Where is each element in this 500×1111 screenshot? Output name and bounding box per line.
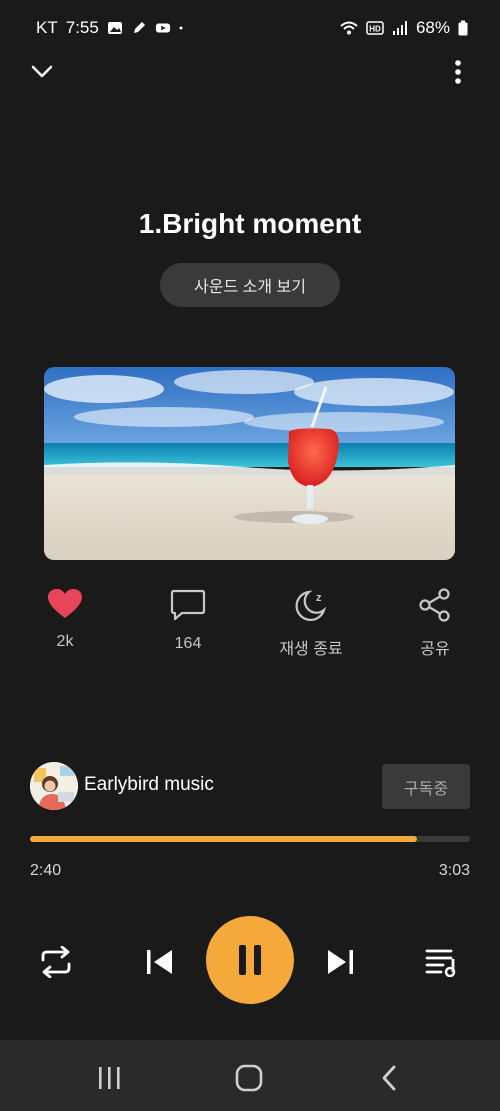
repeat-button[interactable] [34,940,78,984]
clock: 7:55 [65,18,99,37]
subscribe-button[interactable]: 구독중 [382,764,470,809]
moon-icon: z [295,590,327,622]
playlist-icon [425,949,456,977]
status-right: HD 68% [340,18,468,38]
recents-button[interactable] [89,1058,129,1098]
hd-icon: HD [366,21,384,35]
system-nav-bar [0,1040,500,1111]
sound-intro-button[interactable]: 사운드 소개 보기 [160,263,340,307]
image-icon [107,22,122,34]
next-button[interactable] [318,940,362,984]
comment-icon [170,589,206,621]
chevron-down-icon [31,65,53,78]
more-vertical-icon [455,60,461,84]
share-action[interactable]: 공유 [385,588,485,659]
share-icon [419,588,450,622]
recents-icon [99,1067,120,1089]
elapsed-time: 2:40 [30,862,62,879]
progress-fill [30,836,418,842]
svg-text:z: z [316,592,322,604]
sleep-timer-action[interactable]: z 재생 종료 [261,588,361,659]
collapse-button[interactable] [22,52,62,92]
skip-previous-icon [147,950,172,974]
like-count: 2k [56,633,74,650]
like-action[interactable]: 2k [15,588,115,651]
repeat-icon [41,946,71,978]
edit-icon [133,22,145,33]
previous-button[interactable] [138,940,182,984]
youtube-icon [155,23,170,33]
avatar-illustration [30,762,78,810]
play-pause-button[interactable] [206,916,294,1004]
carrier-label: KT [36,18,58,37]
artist-name[interactable]: Earlybird music [84,774,214,796]
more-options-button[interactable] [438,52,478,92]
track-actions: 2k 164 z 재생 종료 공유 [0,588,500,668]
battery-icon [458,20,468,36]
track-title: 1.Bright moment [138,208,362,239]
status-bar: KT 7:55 HD 68% [0,0,500,56]
cover-art [44,367,455,560]
home-icon [235,1064,263,1092]
signal-icon [392,21,407,35]
playback-controls [0,916,500,1006]
status-left: KT 7:55 [36,18,187,38]
wifi-icon [340,21,358,35]
svg-text:HD: HD [369,25,381,34]
battery-percent: 68% [415,18,450,37]
share-label: 공유 [420,641,450,658]
home-button[interactable] [229,1058,269,1098]
queue-button[interactable] [420,940,464,984]
back-icon [382,1065,396,1091]
sleep-timer-label: 재생 종료 [279,641,343,658]
comment-count: 164 [174,635,202,652]
total-duration: 3:03 [438,862,470,879]
comments-action[interactable]: 164 [138,588,238,653]
progress-bar[interactable] [30,836,470,842]
heart-icon [48,589,82,618]
pause-icon [239,945,261,975]
back-button[interactable] [369,1058,409,1098]
beach-drink-artwork [44,367,455,560]
dot-icon [179,26,183,30]
artist-avatar[interactable] [30,762,78,810]
skip-next-icon [328,950,353,974]
